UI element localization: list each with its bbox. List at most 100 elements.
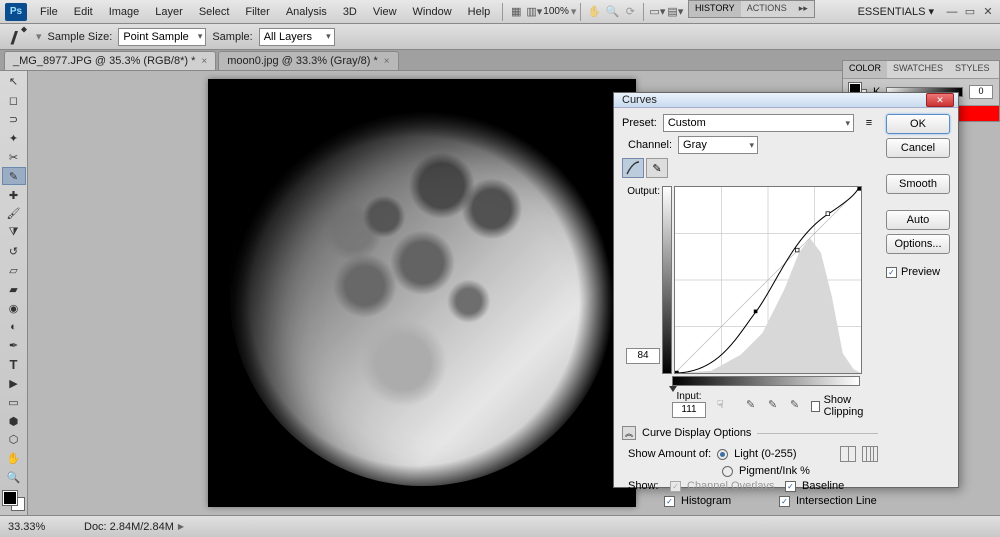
preset-select[interactable]: Custom: [663, 114, 854, 132]
menu-image[interactable]: Image: [101, 3, 148, 21]
screen-mode-icon[interactable]: ▭▾: [648, 4, 666, 20]
menu-3d[interactable]: 3D: [335, 3, 365, 21]
pen-tool-icon[interactable]: ✒: [2, 337, 26, 355]
dialog-titlebar[interactable]: Curves ✕: [614, 93, 958, 108]
dodge-tool-icon[interactable]: ◐: [2, 318, 26, 336]
actions-tab[interactable]: ACTIONS: [741, 1, 793, 17]
smooth-button[interactable]: Smooth: [886, 174, 950, 194]
sample-size-label: Sample Size:: [48, 31, 113, 43]
extras-icon[interactable]: ▤▾: [666, 4, 684, 20]
menu-file[interactable]: File: [32, 3, 66, 21]
histogram-checkbox[interactable]: ✓: [664, 496, 675, 507]
tab-close-icon[interactable]: ×: [201, 56, 207, 67]
hand-tool-icon[interactable]: ✋: [2, 450, 26, 468]
curve-point-tool-icon[interactable]: [622, 158, 644, 178]
type-tool-icon[interactable]: T: [2, 356, 26, 374]
path-select-icon[interactable]: ▶: [2, 374, 26, 392]
lasso-tool-icon[interactable]: ⊃: [2, 111, 26, 129]
eraser-tool-icon[interactable]: ▱: [2, 262, 26, 280]
menu-edit[interactable]: Edit: [66, 3, 101, 21]
intersection-checkbox[interactable]: ✓: [779, 496, 790, 507]
menu-filter[interactable]: Filter: [237, 3, 277, 21]
input-value[interactable]: 111: [672, 402, 706, 418]
shadow-slider[interactable]: [669, 386, 677, 392]
stamp-tool-icon[interactable]: ⧩: [2, 224, 26, 242]
blur-tool-icon[interactable]: ◉: [2, 299, 26, 317]
k-value[interactable]: 0: [969, 85, 993, 99]
restore-icon[interactable]: ▭: [964, 6, 976, 18]
white-point-eyedropper-icon[interactable]: ✎: [787, 396, 803, 412]
disclosure-toggle-icon[interactable]: ︽: [622, 426, 636, 440]
menu-view[interactable]: View: [365, 3, 405, 21]
ok-button[interactable]: OK: [886, 114, 950, 134]
preview-checkbox[interactable]: ✓Preview: [886, 266, 950, 278]
menu-select[interactable]: Select: [191, 3, 238, 21]
rotate-view-icon[interactable]: ⟳: [621, 4, 639, 20]
3d-camera-icon[interactable]: ⬡: [2, 431, 26, 449]
on-image-adjust-icon[interactable]: ☟: [714, 396, 727, 412]
menu-help[interactable]: Help: [460, 3, 499, 21]
channel-overlays-checkbox[interactable]: ✓: [670, 481, 681, 492]
document-canvas[interactable]: [208, 79, 636, 507]
status-menu-icon[interactable]: ▶: [178, 522, 184, 531]
zoom-tool-icon[interactable]: 🔍: [2, 469, 26, 487]
cancel-button[interactable]: Cancel: [886, 138, 950, 158]
menubar: Ps File Edit Image Layer Select Filter A…: [0, 0, 1000, 24]
auto-button[interactable]: Auto: [886, 210, 950, 230]
tab-close-icon[interactable]: ×: [384, 56, 390, 67]
history-tab[interactable]: HISTORY: [689, 1, 741, 17]
close-icon[interactable]: ✕: [982, 6, 994, 18]
move-tool-icon[interactable]: ↖: [2, 73, 26, 91]
current-tool-icon[interactable]: [6, 27, 30, 47]
panel-menu-icon[interactable]: ▸▸: [793, 1, 814, 17]
menu-window[interactable]: Window: [405, 3, 460, 21]
hand-icon[interactable]: ✋: [585, 4, 603, 20]
dialog-close-button[interactable]: ✕: [926, 93, 954, 107]
launch-bridge-icon[interactable]: ▦: [507, 4, 525, 20]
styles-tab[interactable]: STYLES: [949, 61, 996, 78]
wand-tool-icon[interactable]: ✦: [2, 129, 26, 147]
pigment-radio[interactable]: [722, 466, 733, 477]
crop-tool-icon[interactable]: ✂: [2, 148, 26, 166]
toolbox: ↖ ◻ ⊃ ✦ ✂ ✎ ✚ 🖌 ⧩ ↺ ▱ ▰ ◉ ◐ ✒ T ▶ ▭ ⬢ ⬡ …: [0, 71, 28, 515]
menu-analysis[interactable]: Analysis: [278, 3, 335, 21]
document-tab[interactable]: moon0.jpg @ 33.3% (Gray/8) * ×: [218, 51, 398, 70]
show-clipping-checkbox[interactable]: Show Clipping: [811, 394, 878, 418]
status-zoom[interactable]: 33.33%: [8, 521, 64, 533]
foreground-swatch[interactable]: [3, 491, 17, 505]
heal-tool-icon[interactable]: ✚: [2, 186, 26, 204]
highlight-slider[interactable]: [855, 386, 863, 392]
zoom-level: 100%: [543, 6, 569, 17]
curve-pencil-tool-icon[interactable]: ✎: [646, 158, 668, 178]
preset-menu-icon[interactable]: ≡: [860, 114, 878, 132]
document-tab[interactable]: _MG_8977.JPG @ 35.3% (RGB/8*) * ×: [4, 51, 216, 70]
sample-size-select[interactable]: Point Sample: [118, 28, 206, 46]
gradient-tool-icon[interactable]: ▰: [2, 280, 26, 298]
eyedropper-tool-icon[interactable]: ✎: [2, 167, 26, 185]
options-button[interactable]: Options...: [886, 234, 950, 254]
zoom-icon[interactable]: 🔍: [603, 4, 621, 20]
workspace-switcher[interactable]: ESSENTIALS ▾: [852, 3, 940, 20]
marquee-tool-icon[interactable]: ◻: [2, 92, 26, 110]
minimize-icon[interactable]: —: [946, 6, 958, 18]
black-point-eyedropper-icon[interactable]: ✎: [743, 396, 759, 412]
channel-select[interactable]: Gray: [678, 136, 758, 154]
light-radio[interactable]: [717, 449, 728, 460]
output-value[interactable]: 84: [626, 348, 660, 364]
baseline-checkbox[interactable]: ✓: [785, 481, 796, 492]
shape-tool-icon[interactable]: ▭: [2, 393, 26, 411]
3d-tool-icon[interactable]: ⬢: [2, 412, 26, 430]
menu-layer[interactable]: Layer: [147, 3, 191, 21]
history-brush-icon[interactable]: ↺: [2, 243, 26, 261]
sample-layers-select[interactable]: All Layers: [259, 28, 335, 46]
gray-point-eyedropper-icon[interactable]: ✎: [765, 396, 781, 412]
arrange-docs-icon[interactable]: ▥▾: [525, 4, 543, 20]
color-swatches[interactable]: [3, 491, 25, 511]
swatches-tab[interactable]: SWATCHES: [887, 61, 949, 78]
curves-graph[interactable]: [674, 186, 862, 374]
input-gradient[interactable]: [672, 376, 860, 386]
color-tab[interactable]: COLOR: [843, 61, 887, 78]
grid-fine-icon[interactable]: [862, 446, 878, 462]
grid-coarse-icon[interactable]: [840, 446, 856, 462]
brush-tool-icon[interactable]: 🖌: [2, 205, 26, 223]
